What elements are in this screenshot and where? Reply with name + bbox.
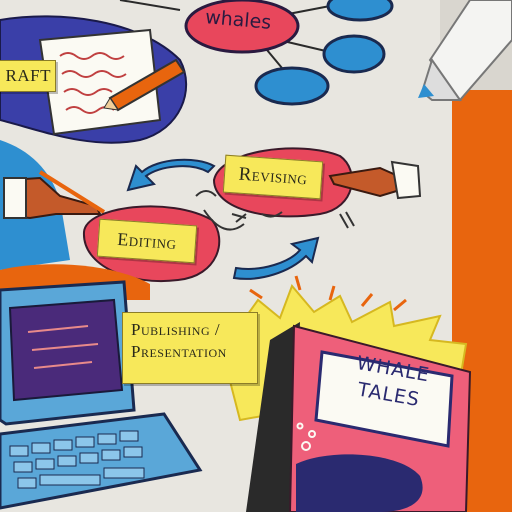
arrow-right-icon	[232, 236, 320, 280]
poster-scene: whales RAFT Revising Editing Publishing …	[0, 0, 512, 512]
arrow-left-icon	[126, 158, 216, 192]
editing-label: Editing	[96, 218, 198, 264]
monitor-screen	[8, 298, 124, 402]
draft-label: RAFT	[0, 60, 56, 92]
publishing-presentation-label: Publishing / Presentation	[122, 312, 258, 384]
writing-hand-icon	[3, 170, 106, 220]
presentation-label: Presentation	[131, 342, 227, 361]
poster-artwork	[0, 0, 512, 512]
revising-label: Revising	[222, 154, 324, 200]
publishing-label: Publishing /	[131, 320, 221, 339]
keyboard	[0, 412, 203, 510]
